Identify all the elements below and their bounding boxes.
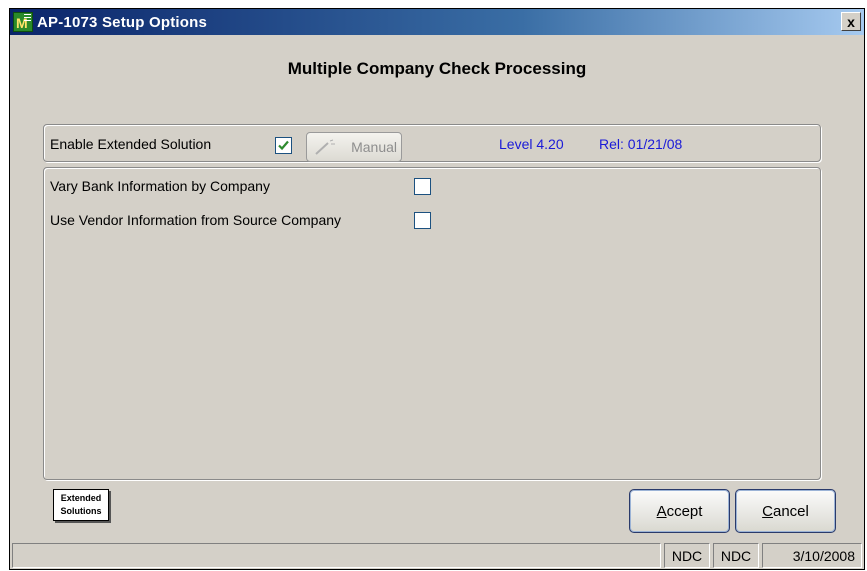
release-date-text: Rel: 01/21/08 bbox=[599, 136, 683, 152]
cancel-accelerator: C bbox=[762, 502, 773, 520]
accept-accelerator: A bbox=[656, 502, 667, 520]
option-label-vary-bank: Vary Bank Information by Company bbox=[50, 178, 270, 194]
magic-wand-icon bbox=[315, 139, 335, 155]
checkmark-icon bbox=[278, 140, 289, 151]
cancel-button[interactable]: Cancel bbox=[735, 489, 836, 533]
vary-bank-checkbox[interactable] bbox=[414, 178, 431, 195]
close-button[interactable]: x bbox=[841, 12, 861, 31]
setup-options-window: M AP-1073 Setup Options x Multiple Compa… bbox=[9, 8, 865, 570]
status-message bbox=[12, 543, 661, 568]
option-label-use-vendor: Use Vendor Information from Source Compa… bbox=[50, 212, 342, 228]
use-vendor-checkbox[interactable] bbox=[414, 212, 431, 229]
status-user: NDC bbox=[713, 543, 759, 568]
level-text: Level 4.20 bbox=[499, 136, 564, 152]
accept-button[interactable]: Accept bbox=[629, 489, 730, 533]
logo-line-2: Solutions bbox=[60, 506, 102, 516]
page-heading: Multiple Company Check Processing bbox=[287, 59, 587, 78]
extended-solutions-logo: Extended Solutions bbox=[53, 489, 109, 521]
status-company: NDC bbox=[664, 543, 710, 568]
enable-extended-solution-checkbox[interactable] bbox=[275, 137, 292, 154]
cancel-label: ancel bbox=[772, 502, 809, 520]
manual-button-label: Manual bbox=[351, 139, 397, 155]
status-date: 3/10/2008 bbox=[762, 543, 862, 568]
manual-button[interactable]: Manual bbox=[306, 132, 402, 162]
app-icon: M bbox=[13, 12, 33, 32]
accept-label: ccept bbox=[666, 502, 703, 520]
logo-line-1: Extended bbox=[60, 493, 102, 503]
window-title: AP-1073 Setup Options bbox=[37, 13, 208, 31]
enable-extended-solution-label: Enable Extended Solution bbox=[50, 136, 212, 152]
status-bar: NDC NDC 3/10/2008 bbox=[10, 541, 864, 571]
title-bar[interactable]: M AP-1073 Setup Options x bbox=[10, 9, 864, 35]
